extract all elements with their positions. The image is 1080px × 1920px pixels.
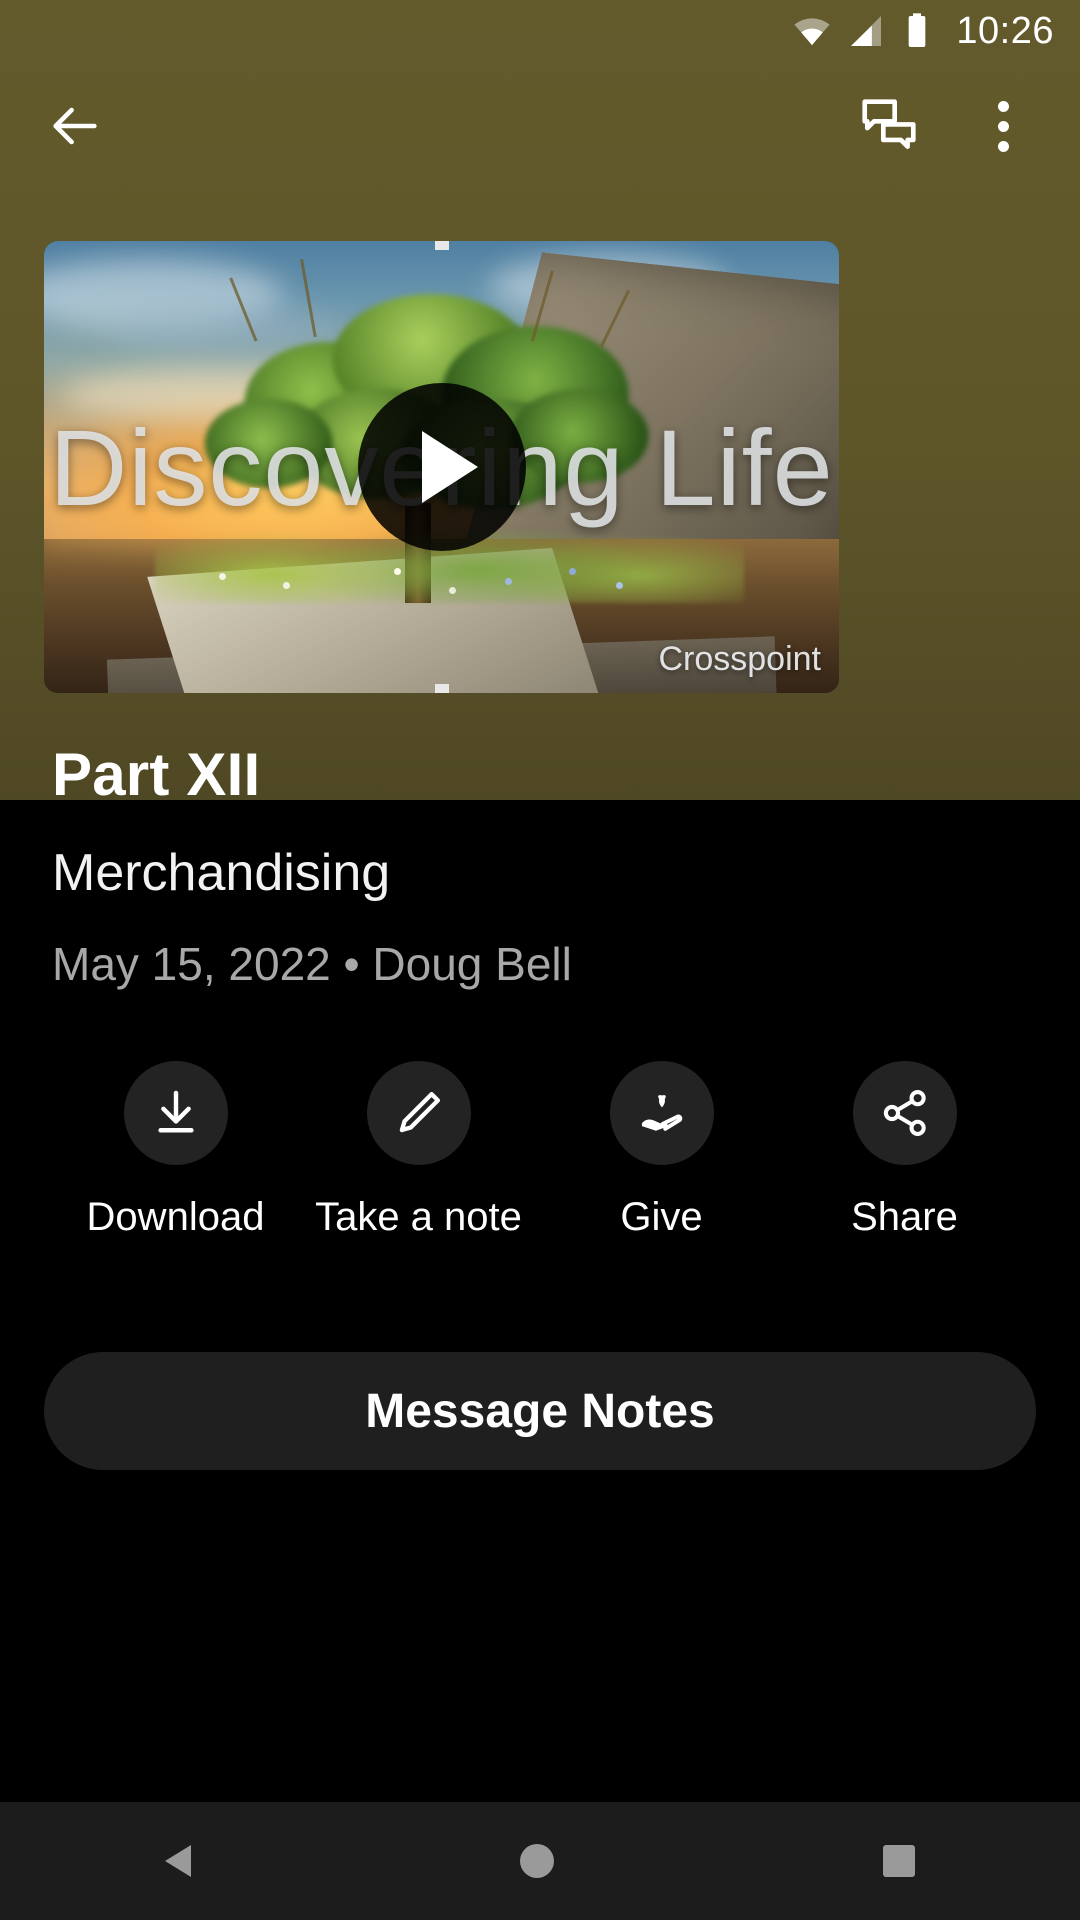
nav-home-button[interactable] xyxy=(519,1844,554,1878)
download-icon xyxy=(157,1090,194,1133)
video-player[interactable]: Discovering Life Crosspoint xyxy=(44,241,839,693)
message-notes-label: Message Notes xyxy=(365,1384,715,1438)
action-label: Give xyxy=(620,1195,703,1239)
chat-bubbles-icon xyxy=(862,99,916,149)
nav-back-icon xyxy=(164,1845,191,1877)
action-label: Download xyxy=(86,1195,265,1239)
nav-home-icon xyxy=(519,1844,554,1878)
action-label: Take a note xyxy=(315,1195,522,1239)
back-button[interactable] xyxy=(32,83,118,169)
take-a-note-button[interactable] xyxy=(366,1061,471,1165)
battery-icon xyxy=(909,13,926,47)
share-button[interactable] xyxy=(852,1061,957,1165)
page-title: Part XII xyxy=(52,741,261,808)
hand-heart-icon xyxy=(641,1095,682,1131)
download-button[interactable] xyxy=(123,1061,228,1165)
give-button[interactable] xyxy=(609,1061,714,1165)
content-panel: Part XII Merchandising May 15, 2022 • Do… xyxy=(0,741,1080,1470)
status-bar-clock: 10:26 xyxy=(956,10,1054,52)
action-label: Share xyxy=(851,1195,958,1239)
play-icon xyxy=(421,431,478,503)
nav-recents-button[interactable] xyxy=(883,1845,916,1877)
app-bar xyxy=(0,78,1080,174)
video-bottom-handle xyxy=(434,684,449,693)
video-watermark: Crosspoint xyxy=(658,640,821,678)
action-give[interactable]: Give xyxy=(540,1061,783,1240)
video-top-handle xyxy=(434,241,449,250)
more-vertical-icon xyxy=(997,100,1009,152)
date-speaker: May 15, 2022 • Doug Bell xyxy=(52,938,572,990)
action-share[interactable]: Share xyxy=(783,1061,1026,1240)
action-download[interactable]: Download xyxy=(54,1061,297,1240)
share-icon xyxy=(883,1090,926,1136)
chat-button[interactable] xyxy=(846,83,932,169)
action-take-a-note[interactable]: Take a note xyxy=(297,1061,540,1240)
system-navigation-bar xyxy=(0,1802,1080,1920)
cellular-signal-icon xyxy=(851,16,882,46)
overflow-menu-button[interactable] xyxy=(960,83,1046,169)
app-screen: 10:26 Discovering Life Crosspoint Part X… xyxy=(0,0,1080,1920)
message-notes-button[interactable]: Message Notes xyxy=(44,1352,1036,1470)
nav-back-button[interactable] xyxy=(164,1845,191,1877)
wifi-icon xyxy=(794,18,830,46)
play-button[interactable] xyxy=(357,383,526,551)
pencil-icon xyxy=(399,1091,440,1133)
series-subtitle: Merchandising xyxy=(52,844,391,902)
nav-recents-icon xyxy=(883,1845,916,1877)
back-arrow-icon xyxy=(53,107,97,145)
action-row: Download Take a note Give Share xyxy=(0,1061,1080,1240)
status-bar: 10:26 xyxy=(0,0,1080,62)
